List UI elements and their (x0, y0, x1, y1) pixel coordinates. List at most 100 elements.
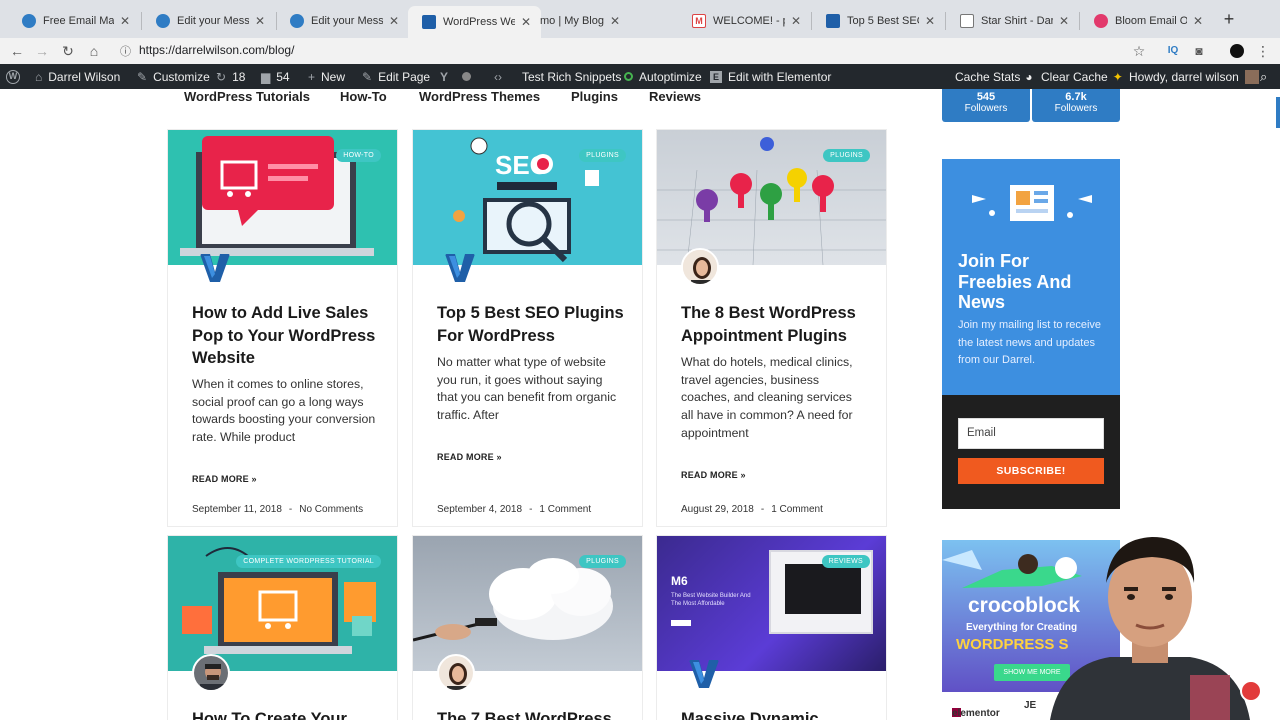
nav-plugins[interactable]: Plugins (571, 89, 618, 104)
site-logo-icon (441, 248, 479, 286)
info-icon[interactable]: ⓘ (120, 43, 131, 59)
admin-search-item[interactable]: ⌕ (1260, 64, 1267, 89)
bookmark-star-icon[interactable]: ☆ (1130, 42, 1148, 60)
back-arrow-icon[interactable]: ← (7, 41, 27, 61)
nav-reviews[interactable]: Reviews (649, 89, 701, 104)
post-title[interactable]: Top 5 Best SEO Plugins For WordPress (437, 302, 627, 347)
updates-item[interactable]: ↻ 18 (216, 64, 245, 89)
tab-title: Top 5 Best SEO Pl (847, 15, 919, 27)
post-card[interactable]: SEO PLUGINS Top 5 Best SEO Plugins For W… (413, 130, 642, 526)
close-icon[interactable]: ✕ (387, 14, 401, 28)
tab-gmail-welcome[interactable]: M WELCOME! - pch ✕ (678, 6, 811, 36)
document-favicon-icon (960, 14, 974, 28)
home-icon[interactable]: ⌂ (84, 41, 104, 61)
subscribe-button[interactable]: SUBSCRIBE! (958, 458, 1104, 484)
category-badge[interactable]: HOW-TO (336, 149, 381, 162)
post-card[interactable]: PLUGINS The 8 Best WordPress Appointment… (657, 130, 886, 526)
close-icon[interactable]: ✕ (253, 14, 267, 28)
category-badge[interactable]: REVIEWS (821, 555, 870, 568)
pie-chart-icon: ◕ (1025, 69, 1033, 84)
tab-my-blog[interactable]: mo | My Blog ✕ (526, 6, 630, 36)
close-icon[interactable]: ✕ (1191, 14, 1205, 28)
address-bar[interactable]: https://darrelwilson.com/blog/ (139, 43, 294, 57)
home-icon: ⌂ (35, 69, 43, 84)
close-icon[interactable]: ✕ (923, 14, 937, 28)
tab-free-email-marketing[interactable]: Free Email Marketi ✕ (8, 6, 140, 36)
wordpress-favicon-icon (290, 14, 304, 28)
close-icon[interactable]: ✕ (1057, 14, 1071, 28)
category-badge[interactable]: PLUGINS (823, 149, 870, 162)
nav-wordpress-tutorials[interactable]: WordPress Tutorials (184, 89, 310, 104)
close-icon[interactable]: ✕ (608, 14, 622, 28)
clear-cache-item[interactable]: Clear Cache ✦ (1041, 64, 1123, 89)
read-more-link[interactable]: READ MORE » (192, 474, 257, 484)
post-card[interactable]: PLUGINS The 7 Best WordPress (413, 536, 642, 720)
iq-extension-icon[interactable]: IQ (1164, 42, 1182, 60)
search-icon: ⌕ (1260, 68, 1268, 84)
close-icon[interactable]: ✕ (789, 14, 803, 28)
profile-avatar-icon[interactable] (1228, 42, 1246, 60)
newsletter-illustration (972, 185, 1092, 221)
tab-edit-message-1[interactable]: Edit your Message ✕ (142, 6, 275, 36)
category-badge[interactable]: COMPLETE WORDPRESS TUTORIAL (236, 555, 381, 568)
post-card[interactable]: M6 The Best Website Builder And The Most… (657, 536, 886, 720)
camera-extension-icon[interactable]: ◙ (1190, 42, 1208, 60)
close-icon[interactable]: ✕ (118, 14, 132, 28)
nav-wordpress-themes[interactable]: WordPress Themes (419, 89, 540, 104)
meta-separator: - (288, 504, 293, 515)
post-comments-link[interactable]: 1 Comment (771, 504, 823, 515)
scrollbar-thumb[interactable] (1276, 97, 1280, 128)
browser-tab-strip: Free Email Marketi ✕ Edit your Message ✕… (0, 0, 1280, 38)
edit-with-elementor-item[interactable]: E Edit with Elementor (710, 64, 831, 89)
post-meta: September 4, 2018-1 Comment (437, 504, 591, 515)
author-avatar[interactable] (192, 654, 230, 692)
nav-how-to[interactable]: How-To (340, 89, 387, 104)
my-account-item[interactable]: Howdy, darrel wilson (1129, 64, 1259, 89)
author-avatar[interactable] (681, 248, 719, 286)
notification-bell-icon[interactable] (1240, 680, 1262, 702)
follower-count: 545 (976, 91, 996, 103)
tab-wordpress-website[interactable]: WordPress Websi ✕ (408, 6, 541, 38)
broom-icon: ✦ (1112, 69, 1123, 84)
forward-arrow-icon[interactable]: → (32, 41, 52, 61)
tab-edit-message-2[interactable]: Edit your Message ✕ (276, 6, 409, 36)
site-name-item[interactable]: ⌂ Darrel Wilson (35, 64, 120, 89)
post-title[interactable]: The 8 Best WordPress Appointment Plugins (681, 302, 871, 347)
new-tab-button[interactable]: + (1219, 10, 1239, 30)
post-card[interactable]: HOW-TO How to Add Live Sales Pop to Your… (168, 130, 397, 526)
read-more-link[interactable]: READ MORE » (437, 452, 502, 462)
cache-stats-item[interactable]: Cache Stats ◕ (955, 64, 1033, 89)
wordpress-favicon-icon (22, 14, 36, 28)
yoast-item[interactable]: Y (440, 64, 472, 89)
autoptimize-item[interactable]: Autoptimize (624, 64, 702, 89)
post-title[interactable]: How to Add Live Sales Pop to Your WordPr… (192, 302, 382, 370)
comments-item[interactable]: ▆ 54 (261, 64, 290, 89)
post-card[interactable]: COMPLETE WORDPRESS TUTORIAL How To Creat… (168, 536, 397, 720)
post-title[interactable]: How To Create Your (192, 708, 382, 720)
edit-page-label: Edit Page (378, 69, 431, 84)
tab-bloom-optin[interactable]: Bloom Email Opt-I ✕ (1080, 6, 1213, 36)
post-title[interactable]: Massive Dynamic (681, 708, 871, 720)
email-field[interactable]: Email (958, 418, 1104, 449)
follow-counter[interactable]: 545 Followers (942, 89, 1030, 122)
tab-title: Bloom Email Opt-I (1115, 15, 1187, 27)
menu-kebab-icon[interactable]: ⋮ (1254, 42, 1272, 60)
author-avatar[interactable] (437, 654, 475, 692)
category-badge[interactable]: PLUGINS (579, 555, 626, 568)
tab-star-shirt[interactable]: Star Shirt - Darrel ✕ (946, 6, 1079, 36)
edit-page-item[interactable]: ✎ Edit Page (362, 64, 430, 89)
new-content-item[interactable]: + New (308, 64, 345, 89)
post-comments-link[interactable]: No Comments (299, 504, 363, 515)
code-item[interactable]: ‹› (494, 64, 508, 89)
post-comments-link[interactable]: 1 Comment (539, 504, 591, 515)
reload-icon[interactable]: ↻ (58, 41, 78, 61)
customize-item[interactable]: ✎ Customize (137, 64, 210, 89)
thumb-screen-button (671, 620, 691, 626)
wp-logo-item[interactable]: W (6, 64, 26, 89)
follow-counter[interactable]: 6.7k Followers (1032, 89, 1120, 122)
tab-top-5-seo[interactable]: Top 5 Best SEO Pl ✕ (812, 6, 945, 36)
read-more-link[interactable]: READ MORE » (681, 470, 746, 480)
category-badge[interactable]: PLUGINS (579, 149, 626, 162)
post-title[interactable]: The 7 Best WordPress (437, 708, 627, 720)
test-rich-snippets-item[interactable]: Test Rich Snippets (522, 64, 621, 89)
